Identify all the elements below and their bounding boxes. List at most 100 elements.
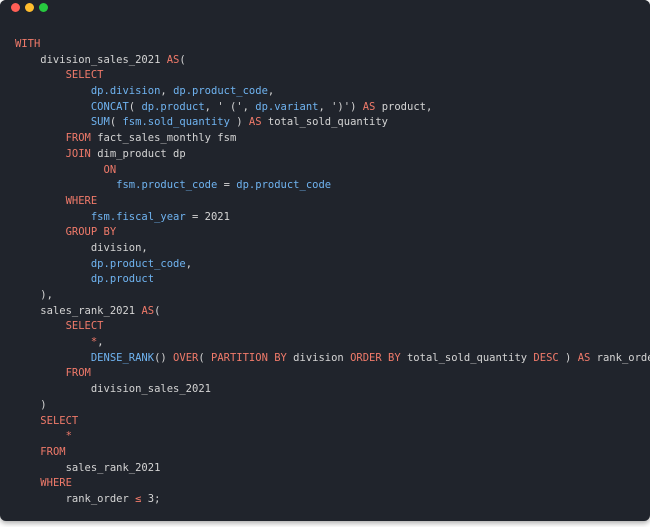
sql-text: , [185,257,193,270]
sql-text: total_sold_quantity [261,116,389,129]
sql-text: division_sales_2021 [15,53,167,66]
sql-identifier: dp.variant [255,100,319,113]
code-line: ON [15,163,650,179]
sql-keyword: WHERE [65,194,98,207]
code-line: SELECT [15,68,650,84]
code-line: * [15,429,650,445]
sql-text: fact_sales_monthly fsm [90,132,237,145]
code-line: SELECT [15,319,650,335]
sql-keyword: SELECT [65,69,104,82]
sql-keyword: JOIN [65,147,91,160]
sql-keyword: AS [577,351,591,364]
code-line: sales_rank_2021 AS( [15,304,650,320]
sql-text: , [267,85,275,98]
code-line: GROUP BY [15,225,650,241]
sql-text: ( [128,100,142,113]
maximize-window-button[interactable] [39,3,48,12]
sql-identifier: dp.division [90,85,161,98]
sql-identifier: dp.product_code [173,85,268,98]
code-line: rank_order ≤ 3; [15,492,650,508]
sql-keyword: SELECT [40,414,79,427]
code-line: WHERE [15,194,650,210]
sql-text: , ')') [318,100,363,113]
code-window: WITH division_sales_2021 AS( SELECT dp.d… [0,0,650,521]
sql-text: ( [109,116,123,129]
code-line: WHERE [15,476,650,492]
sql-identifier: CONCAT [90,100,129,113]
sql-text: ( [179,53,186,66]
sql-keyword: AS [362,100,376,113]
minimize-window-button[interactable] [25,3,34,12]
code-line: FROM [15,445,650,461]
sql-keyword: PARTITION BY [211,351,287,364]
sql-text: sales_rank_2021 [15,304,142,317]
sql-code-block: WITH division_sales_2021 AS( SELECT dp.d… [15,37,650,508]
code-line: dp.division, dp.product_code, [15,84,650,100]
code-line: fsm.product_code = dp.product_code [15,178,650,194]
sql-keyword: DESC [533,351,559,364]
code-line: division_sales_2021 [15,382,650,398]
sql-text: ( [198,351,211,364]
code-line: DENSE_RANK() OVER( PARTITION BY division… [15,351,650,367]
code-line: JOIN dim_product dp [15,147,650,163]
code-line: SELECT [15,414,650,430]
sql-text: ) [229,116,249,129]
code-line: CONCAT( dp.product, ' (', dp.variant, ')… [15,100,650,116]
sql-text: () [154,351,174,364]
sql-text: ), [15,289,53,301]
code-line: SUM( fsm.sold_quantity ) AS total_sold_q… [15,115,650,131]
code-line: sales_rank_2021 [15,461,650,477]
sql-keyword: AS [141,304,155,317]
sql-keyword: ON [103,163,117,176]
code-line: ), [15,288,650,304]
sql-identifier: dp.product_code [90,257,186,270]
code-line: fsm.fiscal_year = 2021 [15,210,650,226]
sql-text: = [217,179,237,192]
sql-keyword: FROM [40,445,66,458]
sql-text: , ' (', [204,100,256,113]
sql-text: ) [558,351,578,364]
sql-text: division [286,351,351,364]
sql-text: division_sales_2021 [15,383,211,396]
sql-text: , [160,85,174,98]
sql-text: , [97,336,104,349]
sql-text: dim_product dp [90,147,186,160]
code-line: division_sales_2021 AS( [15,53,650,69]
sql-text: rank_order [15,492,136,505]
code-line: division, [15,241,650,257]
sql-identifier: dp.product_code [236,179,332,192]
sql-keyword: GROUP BY [65,226,117,239]
sql-identifier: fsm.fiscal_year [90,210,186,223]
code-line: *, [15,335,650,351]
sql-identifier: fsm.sold_quantity [122,116,230,129]
close-window-button[interactable] [11,3,20,12]
sql-keyword: WHERE [40,477,72,490]
code-line: WITH [15,37,650,53]
sql-text: 3; [141,492,161,505]
sql-text: division, [15,241,148,254]
sql-text: product, [375,100,433,113]
sql-keyword: ORDER BY [350,351,401,364]
sql-keyword: FROM [65,367,91,380]
code-line: ) [15,398,650,414]
code-line: dp.product_code, [15,257,650,273]
code-line: FROM [15,366,650,382]
sql-text: ) [15,398,47,411]
